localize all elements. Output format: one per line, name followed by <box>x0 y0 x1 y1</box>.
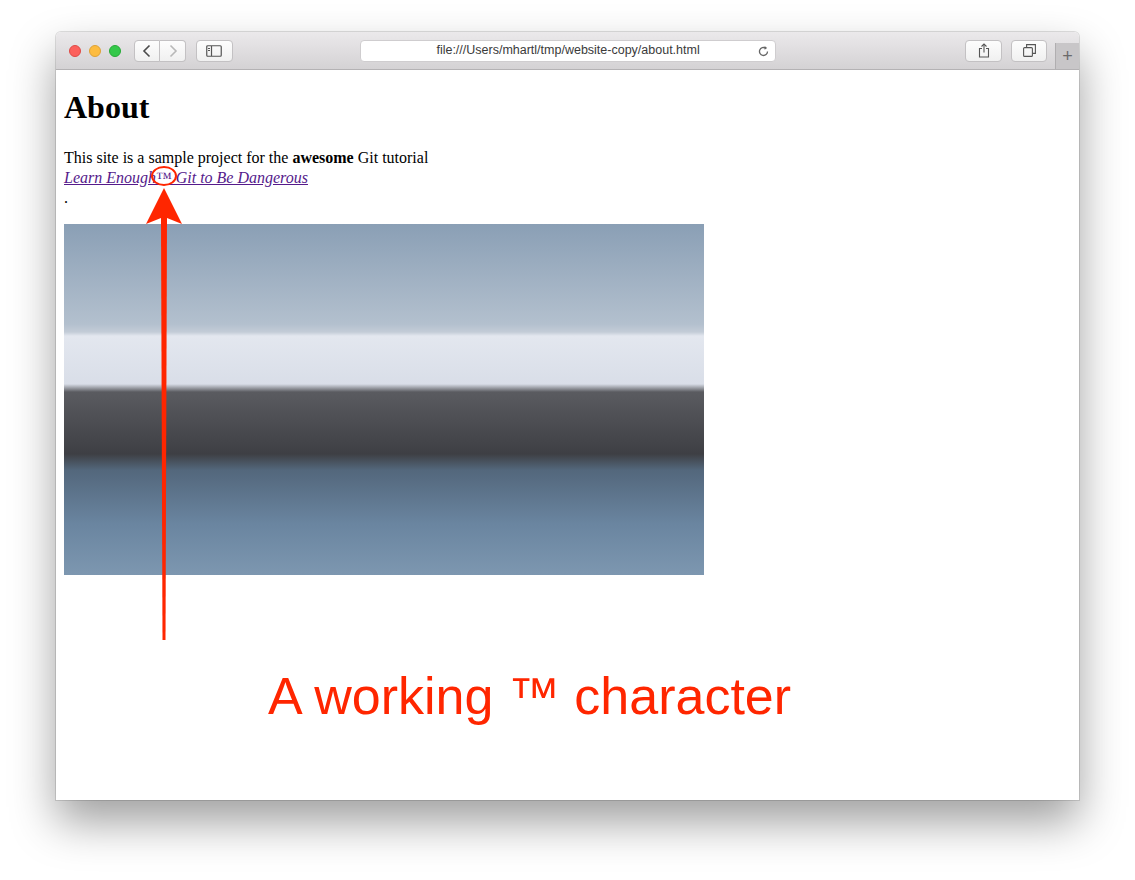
intro-paragraph: This site is a sample project for the aw… <box>64 148 1071 208</box>
show-tabs-button[interactable] <box>1011 40 1047 62</box>
chevron-right-icon <box>168 44 178 58</box>
window-controls <box>69 45 121 57</box>
minimize-icon[interactable] <box>89 45 101 57</box>
paragraph-text: . <box>64 189 68 206</box>
toolbar: file:///Users/mhartl/tmp/website-copy/ab… <box>56 32 1079 70</box>
sidebar-icon <box>206 45 222 57</box>
browser-window: file:///Users/mhartl/tmp/website-copy/ab… <box>56 32 1079 800</box>
chevron-left-icon <box>142 44 152 58</box>
annotation-caption: A working ™ character <box>268 668 791 725</box>
highlight-ellipse <box>151 166 177 186</box>
sidebar-button[interactable] <box>196 40 233 62</box>
history-buttons <box>134 40 186 62</box>
page-heading: About <box>64 88 1071 126</box>
reload-icon[interactable] <box>757 45 770 58</box>
tabs-icon <box>1023 44 1036 57</box>
zoom-icon[interactable] <box>109 45 121 57</box>
address-bar[interactable]: file:///Users/mhartl/tmp/website-copy/ab… <box>360 40 776 62</box>
new-tab-button[interactable]: + <box>1055 43 1079 69</box>
share-icon <box>978 43 990 58</box>
annotation-arrow <box>144 188 184 640</box>
forward-button[interactable] <box>160 40 186 62</box>
paragraph-text: Git tutorial <box>354 149 429 166</box>
close-icon[interactable] <box>69 45 81 57</box>
share-button[interactable] <box>965 40 1002 62</box>
url-text: file:///Users/mhartl/tmp/website-copy/ab… <box>436 41 699 60</box>
bold-text: awesome <box>292 149 353 166</box>
back-button[interactable] <box>134 40 160 62</box>
paragraph-text: This site is a sample project for the <box>64 149 292 166</box>
tutorial-link[interactable]: Learn Enough™ Git to Be Dangerous <box>64 168 1071 188</box>
polar-bear-photo <box>64 224 704 575</box>
